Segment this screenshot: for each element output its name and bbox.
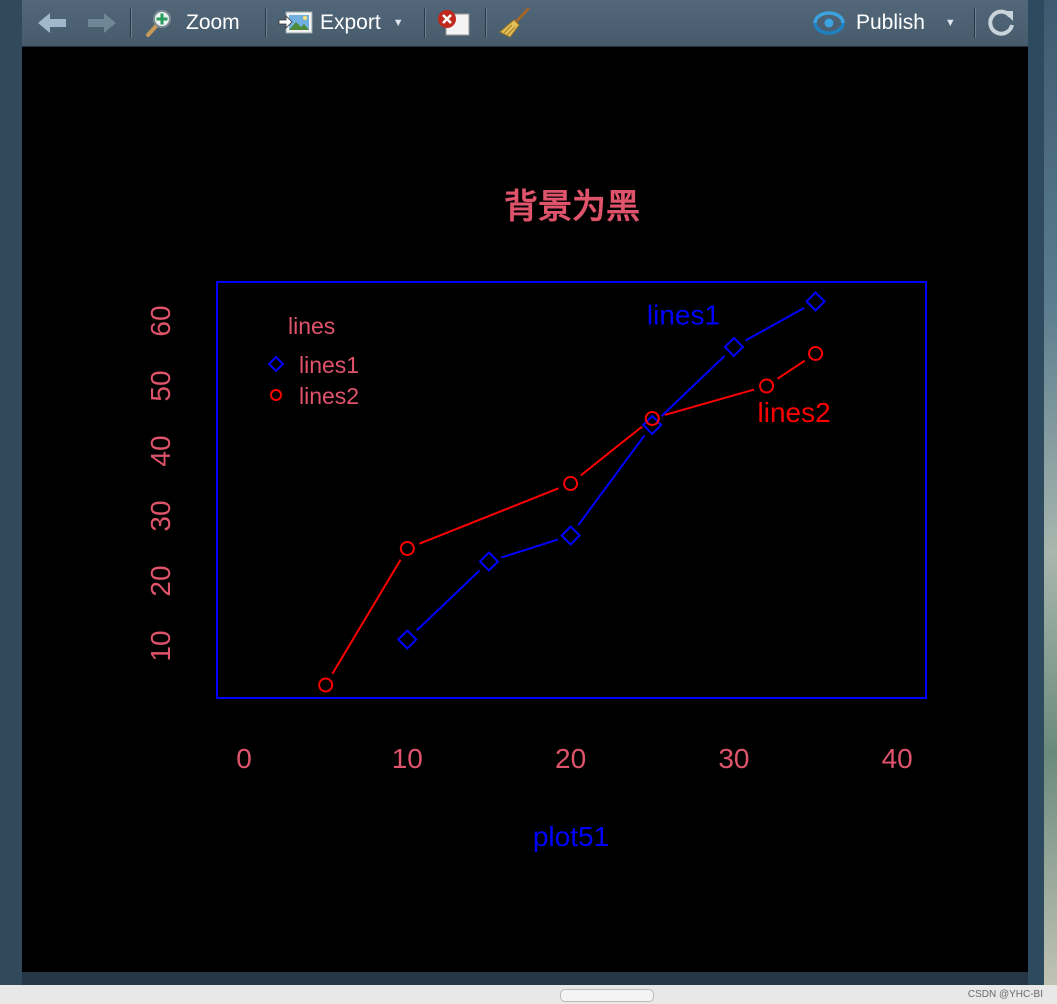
series-segment-lines1 xyxy=(501,538,559,559)
plots-toolbar: Zoom Export ▼ Publish ▼ xyxy=(22,0,1028,47)
x-axis-label: plot51 xyxy=(533,821,609,852)
refresh-icon xyxy=(988,9,1014,36)
series-segment-lines1 xyxy=(744,306,805,342)
publish-label: Publish xyxy=(856,11,925,34)
zoom-icon xyxy=(146,10,171,37)
y-tick-label: 40 xyxy=(145,435,176,466)
point-marker-lines2 xyxy=(399,541,415,556)
point-marker-lines2 xyxy=(563,476,579,491)
y-tick-label: 60 xyxy=(145,305,176,336)
x-tick-label: 20 xyxy=(555,743,586,774)
y-tick-label: 30 xyxy=(145,500,176,531)
clear-all-plots-button[interactable] xyxy=(498,0,532,46)
annotations: lines1 lines2 xyxy=(647,300,831,429)
annotation-label: lines2 xyxy=(758,397,831,428)
scrollbar-thumb[interactable] xyxy=(560,989,654,1002)
y-tick-label: 10 xyxy=(145,630,176,661)
plot-canvas: 背景为黑 0 10 20 30 40 10 20 30 40 50 60 lines lines1 l… xyxy=(22,47,1028,972)
y-axis-tick-labels: 10 20 30 40 50 60 xyxy=(145,305,176,661)
horizontal-scrollbar[interactable] xyxy=(0,985,1057,1004)
remove-plot-button[interactable] xyxy=(436,0,472,46)
annotation-label: lines1 xyxy=(647,300,720,331)
x-tick-label: 40 xyxy=(882,743,913,774)
zoom-button[interactable]: Zoom xyxy=(144,0,240,46)
toolbar-separator xyxy=(424,8,426,38)
point-marker-lines2 xyxy=(759,378,775,394)
window-frame-left xyxy=(0,0,22,1004)
window-frame-right xyxy=(1028,0,1044,1004)
series-segment-lines2 xyxy=(331,559,402,675)
point-marker-lines1 xyxy=(723,336,745,358)
x-tick-label: 30 xyxy=(718,743,749,774)
x-tick-label: 0 xyxy=(236,743,252,774)
toolbar-separator xyxy=(130,8,132,38)
arrow-left-icon xyxy=(38,13,66,33)
series-layer xyxy=(318,291,826,693)
legend-marker xyxy=(270,389,282,401)
x-tick-label: 10 xyxy=(392,743,423,774)
y-tick-label: 20 xyxy=(145,565,176,596)
export-image-icon xyxy=(278,11,313,34)
arrow-right-icon xyxy=(88,13,116,33)
plot-area: 背景为黑 0 10 20 30 40 102030405060 lineslines1l… xyxy=(145,187,927,852)
broom-icon xyxy=(499,7,530,38)
point-marker-lines1 xyxy=(560,525,582,546)
refresh-button[interactable] xyxy=(986,0,1016,46)
point-marker-lines1 xyxy=(478,551,500,572)
remove-plot-icon xyxy=(438,10,470,36)
y-tick-label: 50 xyxy=(145,370,176,401)
series-segment-lines1 xyxy=(577,434,646,526)
series-segment-lines1 xyxy=(416,569,481,632)
panel-footer xyxy=(22,972,1028,985)
zoom-label: Zoom xyxy=(186,11,240,34)
point-marker-lines2 xyxy=(318,677,334,693)
series-segment-lines2 xyxy=(419,487,559,545)
legend-entry-label: lines2 xyxy=(299,383,359,409)
chevron-down-icon: ▼ xyxy=(392,17,404,29)
chevron-down-icon: ▼ xyxy=(944,17,956,29)
legend: lines lines1 lines2 xyxy=(267,313,359,409)
legend-title: lines xyxy=(288,313,335,339)
series-segment-lines2 xyxy=(664,388,755,416)
chart-title: 背景为黑 xyxy=(504,187,640,227)
back-button[interactable] xyxy=(36,0,68,46)
point-marker-lines1 xyxy=(396,629,418,650)
toolbar-separator xyxy=(265,8,267,38)
export-label: Export xyxy=(320,11,381,34)
series-segment-lines2 xyxy=(776,359,806,380)
publish-button[interactable]: Publish ▼ xyxy=(812,0,956,46)
point-marker-lines1 xyxy=(805,291,826,312)
watermark: CSDN @YHC-BI xyxy=(967,989,1043,1000)
legend-entry-label: lines1 xyxy=(299,352,359,378)
point-marker-lines2 xyxy=(808,346,824,361)
export-button[interactable]: Export ▼ xyxy=(278,0,404,46)
toolbar-separator xyxy=(485,8,487,38)
x-axis-tick-labels: 0 10 20 30 40 xyxy=(236,743,913,774)
toolbar-separator xyxy=(974,8,976,38)
publish-icon xyxy=(813,11,845,35)
point-marker-lines2 xyxy=(644,411,660,426)
legend-marker xyxy=(267,355,285,373)
forward-button[interactable] xyxy=(86,0,118,46)
